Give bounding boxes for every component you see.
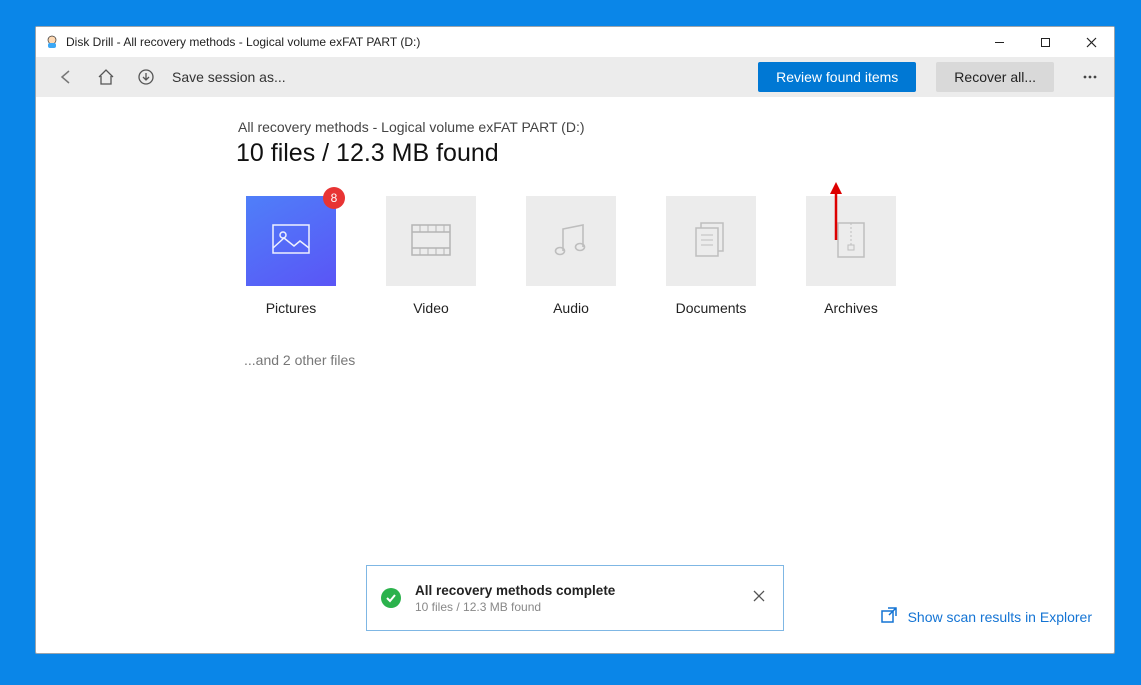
category-row: 8 Pictures Video Audio Docu (236, 196, 1114, 316)
review-found-items-button[interactable]: Review found items (758, 62, 916, 92)
category-video[interactable]: Video (386, 196, 476, 316)
tile-video (386, 196, 476, 286)
window-title: Disk Drill - All recovery methods - Logi… (66, 35, 976, 49)
toast-title: All recovery methods complete (415, 583, 735, 598)
save-session-icon[interactable] (132, 63, 160, 91)
category-pictures[interactable]: 8 Pictures (246, 196, 336, 316)
recover-all-button[interactable]: Recover all... (936, 62, 1054, 92)
completion-toast: All recovery methods complete 10 files /… (366, 565, 784, 631)
tile-pictures: 8 (246, 196, 336, 286)
label-documents: Documents (676, 300, 747, 316)
close-button[interactable] (1068, 27, 1114, 57)
toolbar: Save session as... Review found items Re… (36, 57, 1114, 97)
label-pictures: Pictures (266, 300, 317, 316)
badge-pictures: 8 (323, 187, 345, 209)
breadcrumb: All recovery methods - Logical volume ex… (236, 119, 1114, 135)
home-button[interactable] (92, 63, 120, 91)
app-icon (44, 34, 60, 50)
tile-audio (526, 196, 616, 286)
main-content: All recovery methods - Logical volume ex… (36, 97, 1114, 653)
show-in-explorer-link[interactable]: Show scan results in Explorer (880, 606, 1092, 627)
titlebar: Disk Drill - All recovery methods - Logi… (36, 27, 1114, 57)
category-audio[interactable]: Audio (526, 196, 616, 316)
check-icon (381, 588, 401, 608)
toast-subtitle: 10 files / 12.3 MB found (415, 600, 735, 614)
window-controls (976, 27, 1114, 57)
toast-close-button[interactable] (749, 585, 769, 611)
tile-archives (806, 196, 896, 286)
show-in-explorer-label: Show scan results in Explorer (908, 609, 1092, 625)
tile-documents (666, 196, 756, 286)
maximize-button[interactable] (1022, 27, 1068, 57)
category-documents[interactable]: Documents (666, 196, 756, 316)
category-archives[interactable]: Archives (806, 196, 896, 316)
headline: 10 files / 12.3 MB found (236, 139, 1114, 168)
back-button[interactable] (52, 63, 80, 91)
open-external-icon (880, 606, 898, 627)
other-files-text: ...and 2 other files (236, 352, 1114, 368)
label-audio: Audio (553, 300, 589, 316)
more-button[interactable] (1076, 63, 1104, 91)
save-session-label[interactable]: Save session as... (172, 69, 286, 85)
minimize-button[interactable] (976, 27, 1022, 57)
label-video: Video (413, 300, 449, 316)
label-archives: Archives (824, 300, 878, 316)
app-window: Disk Drill - All recovery methods - Logi… (35, 26, 1115, 654)
